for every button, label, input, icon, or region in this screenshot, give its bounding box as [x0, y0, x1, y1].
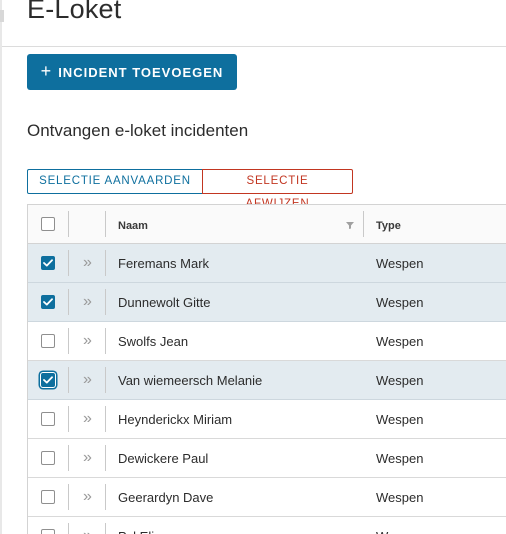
title-divider — [2, 46, 506, 47]
row-expand-cell: » — [69, 361, 105, 399]
expand-row-icon[interactable]: » — [83, 294, 92, 310]
table-row[interactable]: » Swolfs Jean Wespen — [28, 322, 506, 361]
row-expand-cell: » — [69, 478, 105, 516]
expand-row-icon[interactable]: » — [83, 372, 92, 388]
row-expand-cell: » — [69, 517, 105, 534]
row-name: Pyl Eline — [106, 529, 363, 534]
row-select-cell — [28, 451, 68, 465]
row-checkbox[interactable] — [41, 256, 55, 270]
table-row[interactable]: » Dunnewolt Gitte Wespen — [28, 283, 506, 322]
expand-row-icon[interactable]: » — [83, 255, 92, 271]
left-rail-tab[interactable] — [0, 10, 4, 22]
column-header-type[interactable]: Type — [364, 217, 506, 232]
add-incident-button[interactable]: + INCIDENT TOEVOEGEN — [27, 54, 237, 90]
left-rail — [0, 0, 2, 534]
bulk-actions: SELECTIE AANVAARDEN SELECTIE AFWIJZEN — [27, 169, 353, 210]
row-select-cell — [28, 412, 68, 426]
row-checkbox[interactable] — [41, 451, 55, 465]
incidents-grid: Naam Type » Feremans Mark Wespen » Dunne… — [27, 204, 506, 534]
row-checkbox[interactable] — [41, 412, 55, 426]
select-all-checkbox[interactable] — [41, 217, 55, 231]
select-all-cell — [28, 217, 68, 231]
expand-row-icon[interactable]: » — [83, 450, 92, 466]
grid-body: » Feremans Mark Wespen » Dunnewolt Gitte… — [28, 244, 506, 534]
row-name: Geerardyn Dave — [118, 489, 214, 505]
column-header-type-label: Type — [376, 219, 401, 232]
expand-header-cell — [69, 205, 105, 243]
table-row[interactable]: » Feremans Mark Wespen — [28, 244, 506, 283]
row-type: Wespen — [376, 294, 424, 310]
page-title: E-Loket — [27, 0, 122, 24]
expand-row-icon[interactable]: » — [83, 333, 92, 349]
row-select-cell — [28, 373, 68, 387]
row-checkbox[interactable] — [41, 334, 55, 348]
filter-icon[interactable] — [345, 218, 355, 233]
row-name: Swolfs Jean — [118, 333, 189, 349]
row-name: Dunnewolt Gitte — [118, 294, 211, 310]
accept-selection-button[interactable]: SELECTIE AANVAARDEN — [27, 169, 203, 194]
column-header-name-label: Naam — [118, 219, 148, 232]
row-type: Wespen — [376, 255, 424, 271]
row-expand-cell: » — [69, 244, 105, 282]
row-select-cell — [28, 490, 68, 504]
row-expand-cell: » — [69, 322, 105, 360]
row-expand-cell: » — [69, 400, 105, 438]
row-checkbox[interactable] — [41, 529, 55, 534]
section-title: Ontvangen e-loket incidenten — [27, 121, 249, 140]
row-select-cell — [28, 529, 68, 534]
row-name: Van wiemeersch Melanie — [118, 372, 263, 388]
table-row[interactable]: » Pyl Eline Wespen — [28, 517, 506, 534]
expand-row-icon[interactable]: » — [83, 528, 92, 534]
row-checkbox[interactable] — [41, 295, 55, 309]
row-checkbox[interactable] — [41, 490, 55, 504]
row-expand-cell: » — [69, 283, 105, 321]
row-type: Wespen — [364, 529, 506, 534]
row-select-cell — [28, 334, 68, 348]
row-select-cell — [28, 256, 68, 270]
table-row[interactable]: » Van wiemeersch Melanie Wespen — [28, 361, 506, 400]
row-select-cell — [28, 295, 68, 309]
column-header-name[interactable]: Naam — [106, 217, 363, 232]
row-expand-cell: » — [69, 439, 105, 477]
row-name: Feremans Mark — [118, 255, 210, 271]
row-type: Wespen — [376, 489, 424, 505]
row-type: Wespen — [376, 372, 424, 388]
row-name: Dewickere Paul — [118, 450, 209, 466]
plus-icon: + — [40, 61, 53, 81]
row-name: Heynderickx Miriam — [118, 411, 233, 427]
table-row[interactable]: » Dewickere Paul Wespen — [28, 439, 506, 478]
row-type: Wespen — [376, 450, 424, 466]
reject-selection-button[interactable]: SELECTIE AFWIJZEN — [202, 169, 353, 210]
row-checkbox[interactable] — [41, 373, 55, 387]
grid-header: Naam Type — [28, 205, 506, 244]
row-type: Wespen — [376, 333, 424, 349]
expand-row-icon[interactable]: » — [83, 489, 92, 505]
table-row[interactable]: » Geerardyn Dave Wespen — [28, 478, 506, 517]
expand-row-icon[interactable]: » — [83, 411, 92, 427]
row-type: Wespen — [376, 411, 424, 427]
add-incident-label: INCIDENT TOEVOEGEN — [58, 64, 224, 80]
table-row[interactable]: » Heynderickx Miriam Wespen — [28, 400, 506, 439]
